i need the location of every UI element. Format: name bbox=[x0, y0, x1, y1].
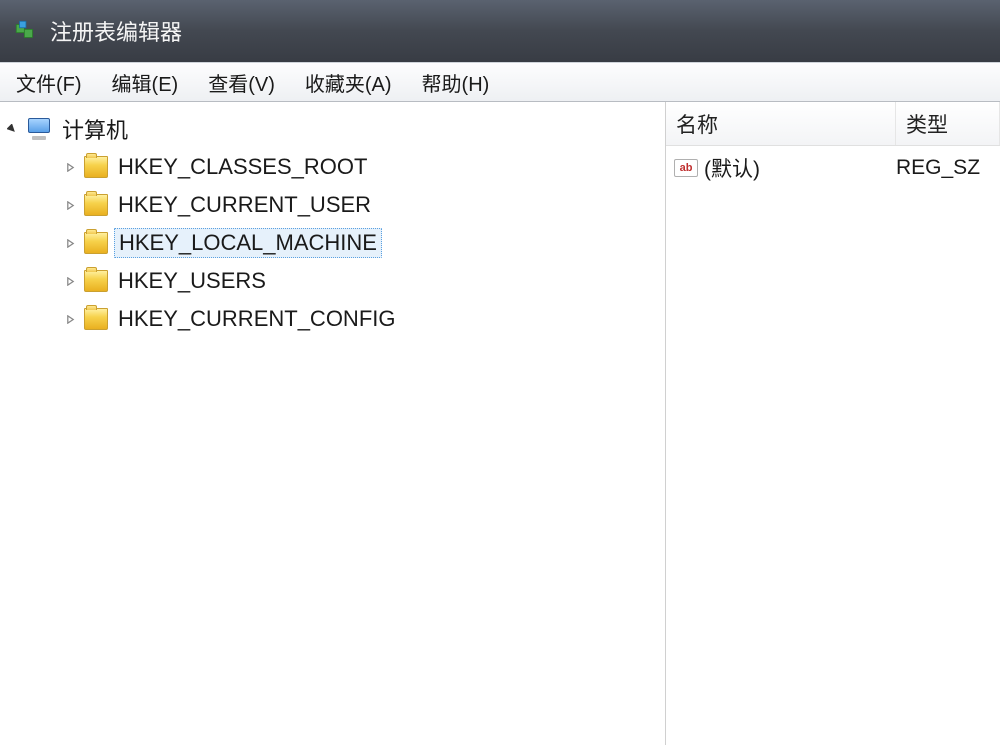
menu-edit[interactable]: 编辑(E) bbox=[102, 66, 189, 99]
tree-node-label: HKEY_CURRENT_CONFIG bbox=[114, 305, 399, 333]
tree-node-label: HKEY_USERS bbox=[114, 267, 270, 295]
expander-expand-icon[interactable] bbox=[62, 311, 78, 327]
app-icon bbox=[12, 17, 40, 45]
tree-node-computer[interactable]: 计算机 bbox=[4, 110, 661, 148]
tree-node-label: HKEY_CURRENT_USER bbox=[114, 191, 375, 219]
tree-pane[interactable]: 计算机 HKEY_CLASSES_ROOT bbox=[0, 102, 666, 745]
expander-expand-icon[interactable] bbox=[62, 235, 78, 251]
list-item[interactable]: ab (默认) REG_SZ bbox=[666, 146, 1000, 186]
menubar: 文件(F) 编辑(E) 查看(V) 收藏夹(A) 帮助(H) bbox=[0, 62, 1000, 102]
folder-icon bbox=[84, 308, 108, 330]
column-header-type[interactable]: 类型 bbox=[896, 102, 1000, 145]
folder-icon bbox=[84, 156, 108, 178]
titlebar[interactable]: 注册表编辑器 bbox=[0, 0, 1000, 62]
column-header-name[interactable]: 名称 bbox=[666, 102, 896, 145]
expander-expand-icon[interactable] bbox=[62, 197, 78, 213]
expander-collapse-icon[interactable] bbox=[4, 121, 20, 137]
value-name: (默认) bbox=[704, 153, 896, 183]
computer-icon bbox=[26, 118, 52, 140]
window-title: 注册表编辑器 bbox=[50, 15, 182, 47]
content-area: 计算机 HKEY_CLASSES_ROOT bbox=[0, 102, 1000, 745]
expander-expand-icon[interactable] bbox=[62, 273, 78, 289]
folder-icon bbox=[84, 270, 108, 292]
tree-node-hklm[interactable]: HKEY_LOCAL_MACHINE bbox=[38, 224, 661, 262]
value-type: REG_SZ bbox=[896, 156, 980, 180]
details-pane: 名称 类型 ab (默认) REG_SZ bbox=[666, 102, 1000, 745]
tree-node-hkcc[interactable]: HKEY_CURRENT_CONFIG bbox=[38, 300, 661, 338]
menu-file[interactable]: 文件(F) bbox=[6, 66, 92, 99]
menu-view[interactable]: 查看(V) bbox=[198, 66, 285, 99]
folder-icon bbox=[84, 194, 108, 216]
registry-editor-window: 注册表编辑器 文件(F) 编辑(E) 查看(V) 收藏夹(A) 帮助(H) bbox=[0, 0, 1000, 745]
tree-node-label: HKEY_CLASSES_ROOT bbox=[114, 153, 371, 181]
menu-favorites[interactable]: 收藏夹(A) bbox=[295, 66, 402, 99]
tree-node-label: HKEY_LOCAL_MACHINE bbox=[114, 228, 382, 258]
string-value-icon: ab bbox=[674, 159, 698, 177]
details-body[interactable]: ab (默认) REG_SZ bbox=[666, 146, 1000, 745]
tree-node-hkcu[interactable]: HKEY_CURRENT_USER bbox=[38, 186, 661, 224]
tree-node-hkcr[interactable]: HKEY_CLASSES_ROOT bbox=[38, 148, 661, 186]
expander-expand-icon[interactable] bbox=[62, 159, 78, 175]
details-header: 名称 类型 bbox=[666, 102, 1000, 146]
tree-node-hku[interactable]: HKEY_USERS bbox=[38, 262, 661, 300]
tree-node-label: 计算机 bbox=[58, 112, 132, 146]
folder-icon bbox=[84, 232, 108, 254]
menu-help[interactable]: 帮助(H) bbox=[412, 66, 500, 99]
